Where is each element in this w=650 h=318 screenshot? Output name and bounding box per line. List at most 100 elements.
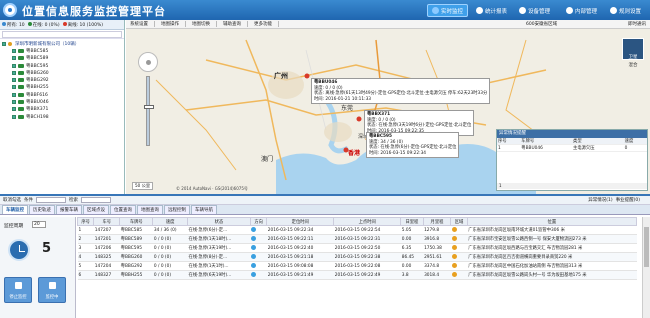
nav-internal-management[interactable]: 内部管理 bbox=[562, 4, 601, 17]
scroll-thumb[interactable] bbox=[644, 227, 649, 267]
vehicle-search-input[interactable] bbox=[2, 30, 122, 38]
grid-header[interactable]: 方向 bbox=[249, 217, 268, 226]
table-cell: 广东省深圳市宝安区坂雪公路西侧一号 保安大厦物流园273 米 bbox=[467, 234, 637, 244]
checkbox-icon[interactable] bbox=[12, 114, 16, 119]
car-icon bbox=[18, 114, 24, 119]
checkbox-icon[interactable] bbox=[2, 41, 6, 46]
tab-6[interactable]: 远程控制 bbox=[164, 205, 190, 214]
table-cell: 147207 bbox=[93, 225, 120, 235]
checkbox-icon[interactable] bbox=[12, 70, 16, 75]
checkbox-icon[interactable] bbox=[12, 85, 16, 90]
vehicle-item[interactable]: 粤BCH198 bbox=[2, 113, 122, 120]
vehicle-item[interactable]: 粤BBC585 bbox=[2, 47, 122, 54]
alarm-table: 序号 车牌号 类型 速度 1 粤BBU046 主电源欠压 0 bbox=[497, 138, 647, 152]
grid-header[interactable]: 位置 bbox=[466, 217, 638, 226]
tab-1[interactable]: 历史轨迹 bbox=[29, 205, 55, 214]
grid-scrollbar[interactable] bbox=[642, 217, 650, 318]
table-cell: 广东省深圳市龙岗区百吉街道横岗重要目录商贸220 米 bbox=[467, 252, 637, 262]
grid-header[interactable]: 状态 bbox=[186, 217, 251, 226]
grid-header[interactable]: 序号 bbox=[77, 217, 95, 226]
tab-2[interactable]: 报警车辆 bbox=[56, 205, 82, 214]
grid-header[interactable]: 区域 bbox=[450, 217, 468, 226]
folder-icon bbox=[8, 41, 12, 46]
business-reminder-link[interactable]: 事业提醒(0) bbox=[616, 197, 640, 203]
filter-offline[interactable]: 离线: 10 (100%) bbox=[62, 22, 103, 28]
map-tool-3[interactable]: 辅助查询 bbox=[223, 21, 241, 27]
monitoring-button[interactable]: 监控中 bbox=[38, 277, 66, 303]
nav-realtime-monitor[interactable]: 实时监控 bbox=[427, 4, 469, 17]
vehicle-item[interactable]: 粤BBU046 bbox=[2, 98, 122, 105]
car-icon bbox=[18, 63, 24, 68]
toolbar-separator bbox=[278, 21, 279, 27]
table-cell: 34 / 36 (0) bbox=[152, 225, 188, 235]
tab-7[interactable]: 车辆导航 bbox=[191, 205, 217, 214]
tab-3[interactable]: 区域点设 bbox=[83, 205, 109, 214]
zoom-handle[interactable] bbox=[144, 105, 154, 109]
table-cell: 粤BBG292 bbox=[119, 261, 153, 271]
grid-header[interactable]: 月里程 bbox=[422, 217, 452, 226]
table-cell: 2016-03-15 09:22:49 bbox=[333, 270, 401, 280]
grid-header[interactable]: 日里程 bbox=[400, 217, 424, 226]
stop-monitor-button[interactable]: 停止监控 bbox=[4, 277, 32, 303]
cycle-input[interactable]: 20 bbox=[32, 221, 46, 228]
tab-0[interactable]: 车辆监控 bbox=[2, 205, 28, 214]
abnormal-link[interactable]: 异常情况(1) bbox=[588, 197, 612, 203]
tab-4[interactable]: 位置查询 bbox=[110, 205, 136, 214]
table-row[interactable]: 1 147207 粤BBC585 34 / 36 (0) 在线·急停(6分)·定... 2… bbox=[77, 225, 637, 235]
grid-header[interactable]: 上点时间 bbox=[333, 217, 402, 226]
filter-all[interactable]: 所有: 10 bbox=[2, 22, 25, 28]
vehicle-item[interactable]: 粤BBX371 bbox=[2, 106, 122, 113]
nav-statistics[interactable]: 统计报表 bbox=[472, 4, 511, 17]
tab-5[interactable]: 地图查询 bbox=[137, 205, 163, 214]
vehicle-item[interactable]: 粤BBC589 bbox=[2, 55, 122, 62]
table-row[interactable]: 5 147204 粤BBG292 0 / 0 (0) 在线·急停(1天1时)... 201… bbox=[77, 261, 637, 271]
table-row[interactable]: 4 148325 粤BBG260 0 / 0 (0) 在线·急停(8分)·定... 201… bbox=[77, 252, 637, 262]
checkbox-icon[interactable] bbox=[12, 63, 16, 68]
checkbox-icon[interactable] bbox=[12, 78, 16, 83]
filter-bar: 取消勾选 条件 检索 异常情况(1) 事业提醒(0) bbox=[0, 196, 650, 205]
vehicle-item[interactable]: 粤BBF616 bbox=[2, 91, 122, 98]
vehicle-item[interactable]: 粤BBG292 bbox=[2, 76, 122, 83]
hybrid-toggle[interactable]: 混合 bbox=[622, 62, 644, 68]
nav-device-management[interactable]: 设备管理 bbox=[515, 4, 554, 17]
tree-company[interactable]: 深圳市明新城有限公司（10辆） bbox=[2, 40, 122, 47]
vehicle-item[interactable]: 粤BBC595 bbox=[2, 62, 122, 69]
search-input[interactable] bbox=[81, 197, 111, 203]
map-pan-control[interactable] bbox=[138, 52, 158, 72]
condition-input[interactable] bbox=[36, 197, 66, 203]
popup-vehicle-1[interactable]: 粤BBU046 速度: 0 / 0 (0) 状态: 离线·急停(61天13时49… bbox=[311, 78, 491, 105]
map-tool-2[interactable]: 地图切换 bbox=[192, 21, 210, 27]
table-row[interactable]: 6 148327 粤BBH255 0 / 0 (0) 在线·急停(6天19时)... 20… bbox=[77, 270, 637, 280]
condition-label: 条件 bbox=[24, 198, 33, 203]
table-cell: 2016-03-15 09:08:08 bbox=[266, 261, 334, 271]
satellite-toggle[interactable]: 卫星 bbox=[622, 38, 644, 60]
map-tool-0[interactable]: 系统设置 bbox=[130, 21, 148, 27]
nav-rule-settings[interactable]: 规则设置 bbox=[606, 4, 645, 17]
checkbox-icon[interactable] bbox=[12, 107, 16, 112]
uncheck-link[interactable]: 取消勾选 bbox=[3, 197, 21, 203]
checkbox-icon[interactable] bbox=[12, 100, 16, 105]
alarm-row[interactable]: 1 粤BBU046 主电源欠压 0 bbox=[497, 144, 647, 152]
filter-online[interactable]: 在线: 0 (0%) bbox=[27, 22, 60, 28]
map-zoom-slider[interactable] bbox=[144, 76, 154, 146]
table-cell: 2016-03-15 09:21:18 bbox=[266, 252, 334, 262]
instant-message-link[interactable]: 即时通讯 bbox=[628, 21, 646, 27]
vehicle-item[interactable]: 粤BBG260 bbox=[2, 69, 122, 76]
checkbox-icon[interactable] bbox=[12, 56, 16, 61]
region-icon bbox=[451, 253, 457, 259]
checkbox-icon[interactable] bbox=[12, 48, 16, 53]
map-tool-1[interactable]: 地图操作 bbox=[161, 21, 179, 27]
grid-header[interactable]: 车号 bbox=[93, 217, 121, 226]
table-row[interactable]: 2 147201 粤BBC589 0 / 0 (0) 在线·急停(1天18时)... 20… bbox=[77, 234, 637, 244]
popup-vehicle-3[interactable]: 粤BBC595 速度: 34 / 36 (0) 状态: 在线·急停(6分)·定位… bbox=[366, 132, 460, 159]
map-tool-4[interactable]: 更多功能 bbox=[254, 21, 272, 27]
vehicle-item[interactable]: 粤BBH255 bbox=[2, 84, 122, 91]
table-row[interactable]: 3 147206 粤BBC595 0 / 0 (0) 在线·急停(3天19时)... 20… bbox=[77, 243, 637, 253]
grid-header[interactable]: 车牌号 bbox=[119, 217, 154, 226]
search-label[interactable]: 检索 bbox=[69, 197, 78, 203]
grid-header[interactable]: 定位时间 bbox=[266, 217, 335, 226]
checkbox-icon[interactable] bbox=[12, 92, 16, 97]
alarm-pager[interactable]: 1 bbox=[497, 183, 647, 189]
map-view[interactable]: 广州 东莞 深圳 澳门 香港 系统设置 地图操作 地图切换 辅助查询 更多功能 600安徽… bbox=[126, 20, 650, 194]
grid-header[interactable]: 速度 bbox=[152, 217, 188, 226]
